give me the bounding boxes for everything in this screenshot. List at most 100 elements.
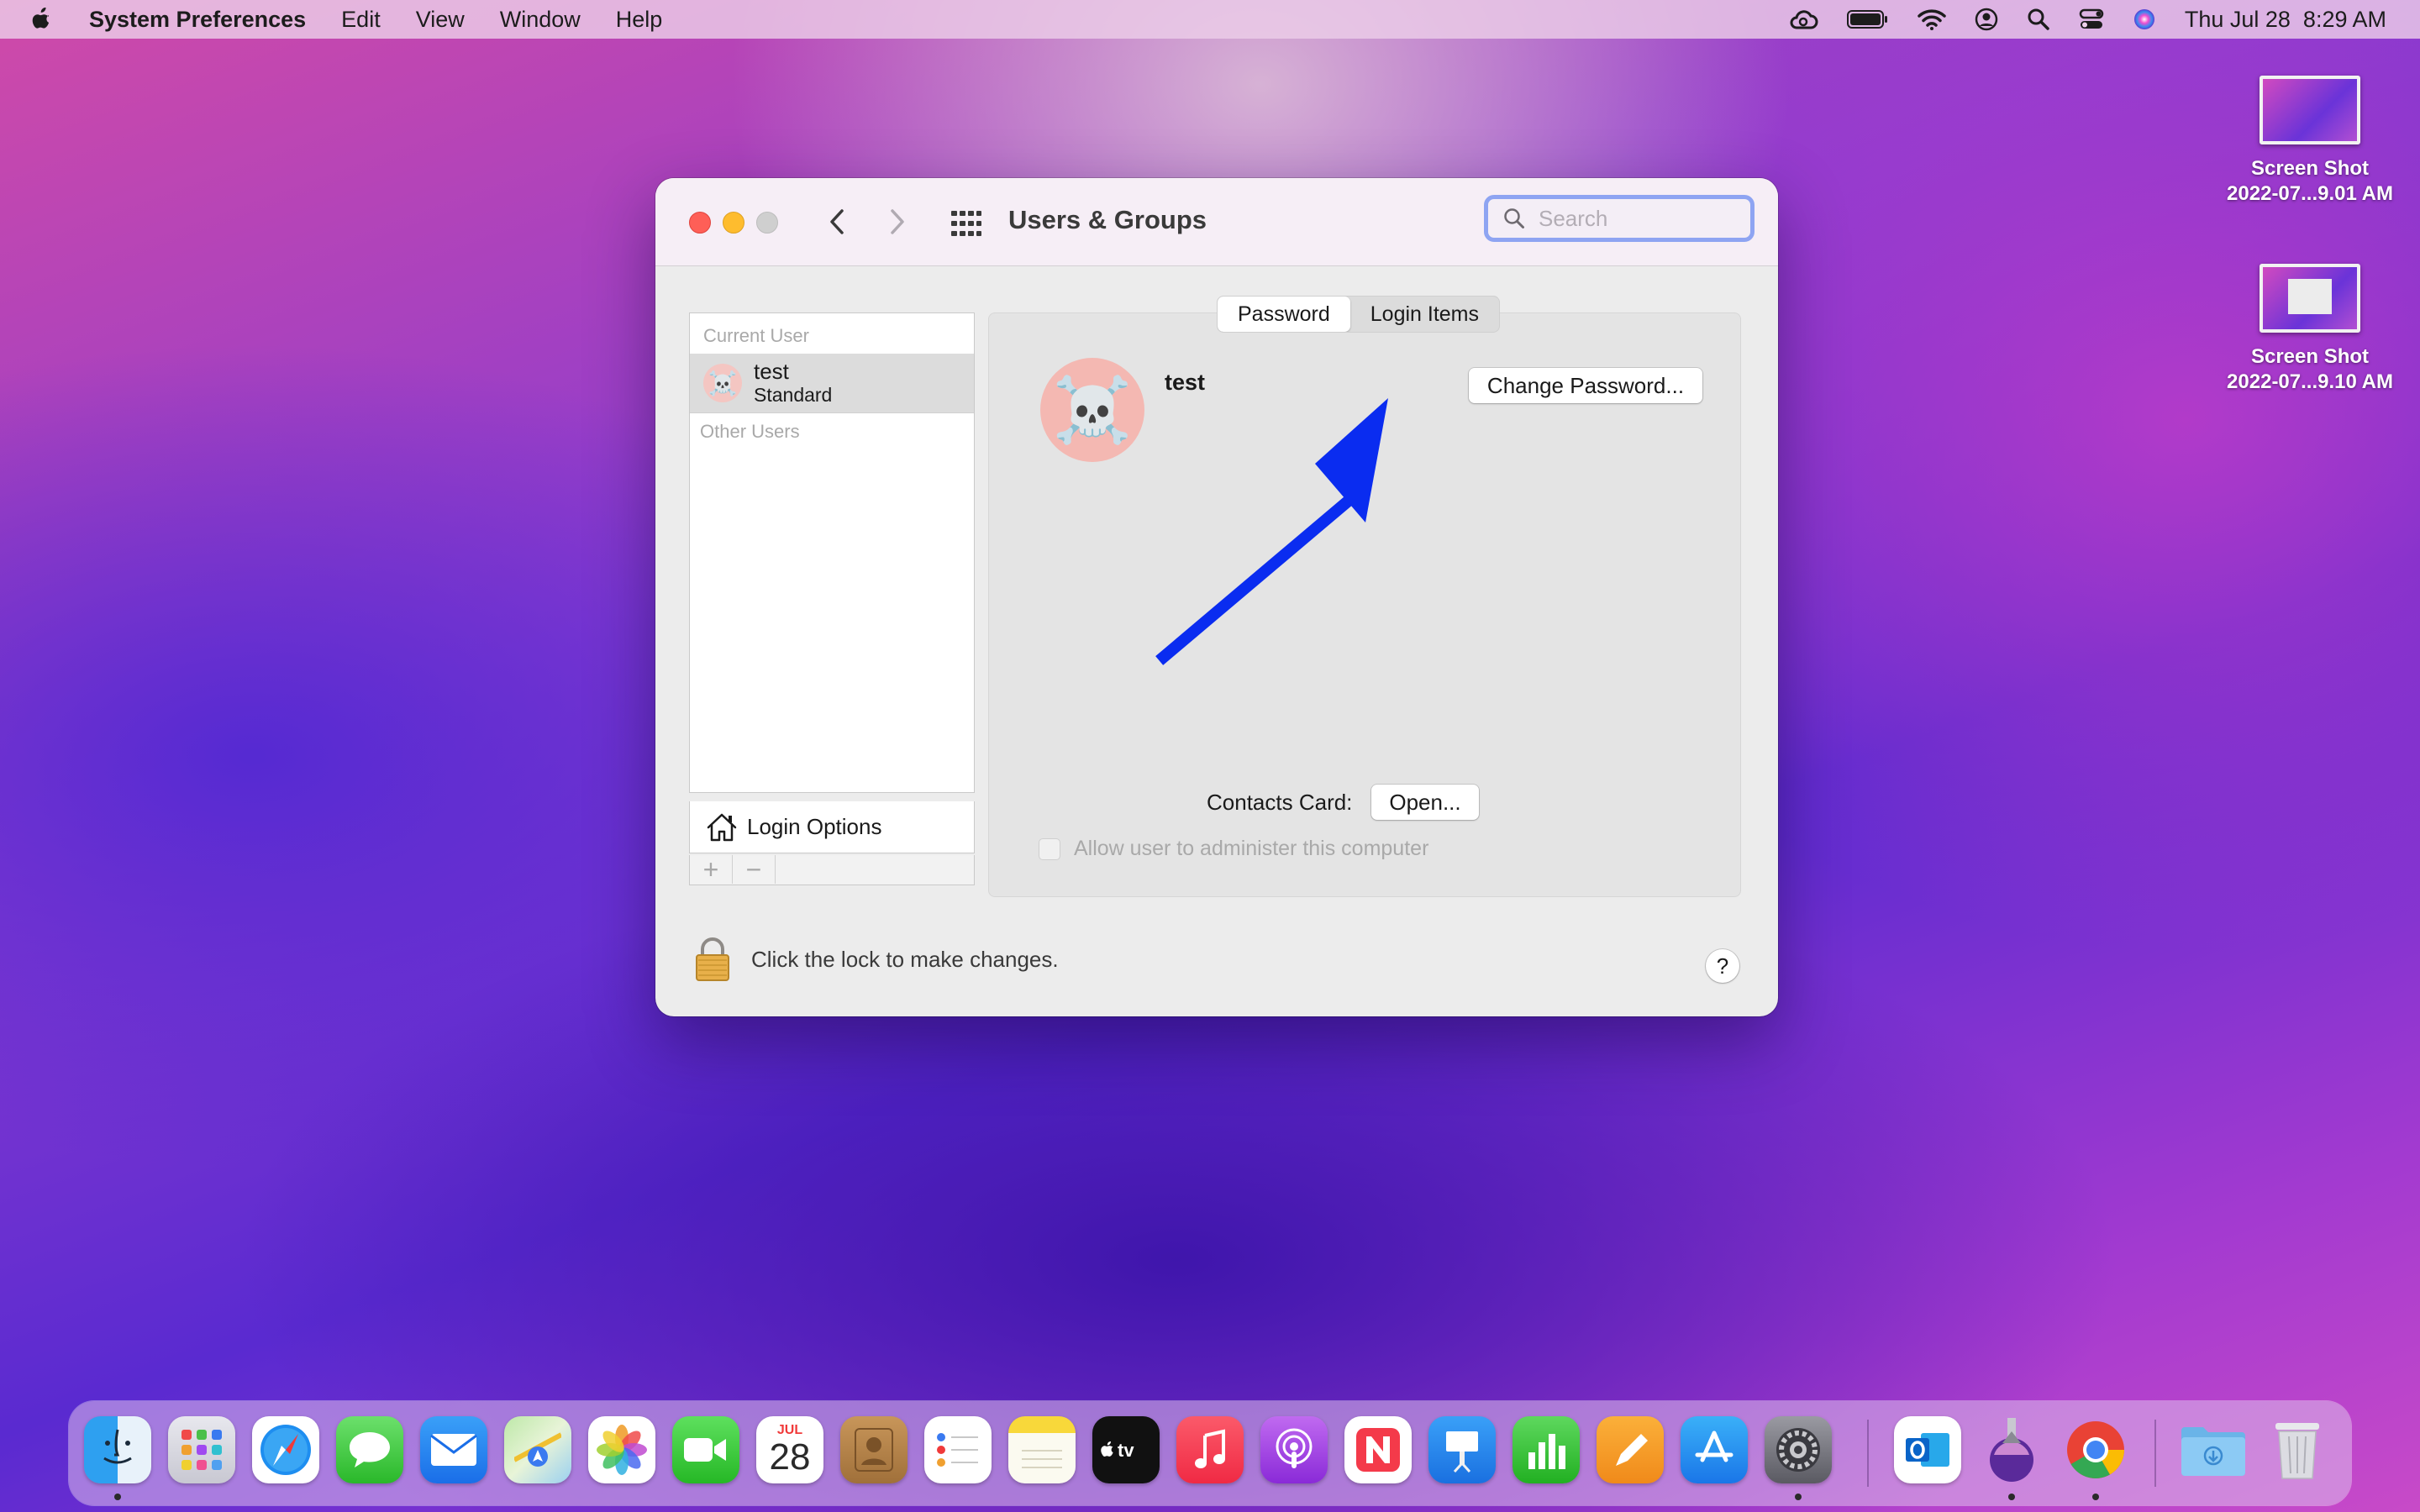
desktop-file-screenshot-2[interactable]: Screen Shot 2022-07...9.10 AM <box>2213 264 2407 395</box>
forward-chevron-icon[interactable] <box>881 203 914 240</box>
login-options-label: Login Options <box>747 814 882 839</box>
downloads-folder-icon[interactable] <box>2180 1416 2247 1483</box>
user-account-icon[interactable] <box>1975 0 1998 39</box>
users-groups-window: Users & Groups Current User ☠️ test Stan… <box>655 178 1778 1016</box>
running-indicator <box>1795 1494 1802 1500</box>
show-all-grid-icon[interactable] <box>950 207 983 240</box>
desktop-file-screenshot-1[interactable]: Screen Shot 2022-07...9.01 AM <box>2213 76 2407 207</box>
spotlight-icon[interactable] <box>2027 0 2050 39</box>
other-users-header: Other Users <box>700 421 800 442</box>
dock-separator <box>2154 1420 2156 1487</box>
add-user-button[interactable]: + <box>690 854 733 885</box>
desktop-file-name-line2: 2022-07...9.01 AM <box>2227 182 2393 205</box>
desktop-file-name-line1: Screen Shot <box>2250 157 2370 180</box>
creative-cloud-icon[interactable] <box>1788 0 1818 39</box>
pages-icon[interactable] <box>1597 1416 1664 1483</box>
detail-user-name: test <box>1165 370 1206 395</box>
svg-text:tv: tv <box>1118 1440 1134 1461</box>
user-name: test <box>754 359 789 384</box>
messages-icon[interactable] <box>336 1416 403 1483</box>
close-window-button[interactable] <box>689 212 711 234</box>
running-indicator <box>114 1494 121 1500</box>
facetime-icon[interactable] <box>672 1416 739 1483</box>
apple-menu-icon[interactable] <box>29 5 54 34</box>
window-title: Users & Groups <box>1008 205 1207 234</box>
house-icon <box>705 811 739 844</box>
minimize-window-button[interactable] <box>723 212 744 234</box>
menu-status-area: Thu Jul 28 8:29 AM <box>1788 0 2386 39</box>
notes-icon[interactable] <box>1008 1416 1076 1483</box>
calendar-day: 28 <box>769 1436 811 1478</box>
list-divider <box>690 412 974 413</box>
zoom-window-button[interactable] <box>756 212 778 234</box>
menu-bar: System Preferences Edit View Window Help… <box>0 0 2420 39</box>
admin-checkbox-row: Allow user to administer this computer <box>1039 837 1428 861</box>
running-indicator <box>2092 1494 2099 1500</box>
user-row-test[interactable]: ☠️ test Standard <box>690 354 974 412</box>
keynote-icon[interactable] <box>1428 1416 1496 1483</box>
lock-instruction-text: Click the lock to make changes. <box>751 946 1059 972</box>
running-indicator <box>2008 1494 2015 1500</box>
search-input[interactable] <box>1537 204 1742 233</box>
control-center-icon[interactable] <box>2079 0 2104 39</box>
desktop-file-name-line2: 2022-07...9.10 AM <box>2227 370 2393 393</box>
dock-separator <box>1867 1420 1869 1487</box>
menu-app-name[interactable]: System Preferences <box>89 7 306 33</box>
desktop-file-name-line1: Screen Shot <box>2250 345 2370 368</box>
siri-icon[interactable] <box>2133 0 2156 39</box>
search-icon <box>1503 206 1528 231</box>
menu-help[interactable]: Help <box>616 7 663 33</box>
menu-datetime[interactable]: Thu Jul 28 8:29 AM <box>2185 7 2386 33</box>
current-user-header: Current User <box>703 325 809 346</box>
change-password-button[interactable]: Change Password... <box>1469 368 1702 403</box>
dock: JUL 28 tv <box>69 1401 2351 1505</box>
search-field[interactable] <box>1484 195 1754 242</box>
system-preferences-icon[interactable] <box>1765 1416 1832 1483</box>
maps-icon[interactable] <box>504 1416 571 1483</box>
admin-checkbox[interactable] <box>1039 837 1060 860</box>
padlock-icon[interactable] <box>692 936 733 983</box>
open-contacts-card-button[interactable]: Open... <box>1371 785 1479 820</box>
reminders-icon[interactable] <box>924 1416 992 1483</box>
lock-row: Click the lock to make changes. <box>692 936 1059 983</box>
users-list: Current User ☠️ test Standard Other User… <box>689 312 975 793</box>
trash-icon[interactable] <box>2264 1416 2331 1483</box>
finder-icon[interactable] <box>84 1416 151 1483</box>
skull-avatar-large-icon[interactable]: ☠️ <box>1040 358 1144 462</box>
outlook-icon[interactable] <box>1894 1416 1961 1483</box>
screenshot-thumbnail-icon <box>2260 76 2360 144</box>
calendar-icon[interactable]: JUL 28 <box>756 1416 823 1483</box>
app-store-icon[interactable] <box>1681 1416 1748 1483</box>
mirror-app-icon[interactable] <box>1978 1416 2045 1483</box>
remove-user-button[interactable]: − <box>733 854 776 885</box>
contacts-icon[interactable] <box>840 1416 908 1483</box>
user-role: Standard <box>754 384 833 406</box>
menu-window[interactable]: Window <box>500 7 581 33</box>
podcasts-icon[interactable] <box>1260 1416 1328 1483</box>
back-chevron-icon[interactable] <box>820 203 854 240</box>
tab-password[interactable]: Password <box>1218 297 1350 332</box>
tab-login-items[interactable]: Login Items <box>1350 297 1499 332</box>
news-icon[interactable] <box>1344 1416 1412 1483</box>
skull-avatar-icon: ☠️ <box>703 364 742 402</box>
login-options-button[interactable]: Login Options <box>689 801 975 853</box>
detail-tabs: Password Login Items <box>1217 296 1501 333</box>
menu-view[interactable]: View <box>416 7 465 33</box>
admin-checkbox-label: Allow user to administer this computer <box>1074 837 1429 860</box>
photos-icon[interactable] <box>588 1416 655 1483</box>
screenshot-thumbnail-icon <box>2260 264 2360 333</box>
chrome-icon[interactable] <box>2062 1416 2129 1483</box>
help-button[interactable]: ? <box>1706 949 1739 983</box>
music-icon[interactable] <box>1176 1416 1244 1483</box>
apple-tv-icon[interactable]: tv <box>1092 1416 1160 1483</box>
mail-icon[interactable] <box>420 1416 487 1483</box>
menu-edit[interactable]: Edit <box>341 7 381 33</box>
battery-icon[interactable] <box>1846 0 1889 39</box>
wifi-icon[interactable] <box>1918 0 1946 39</box>
window-titlebar[interactable]: Users & Groups <box>655 178 1778 266</box>
safari-icon[interactable] <box>252 1416 319 1483</box>
contacts-card-label: Contacts Card: <box>1207 790 1353 815</box>
numbers-icon[interactable] <box>1512 1416 1580 1483</box>
add-remove-bar: + − <box>689 854 975 885</box>
launchpad-icon[interactable] <box>168 1416 235 1483</box>
